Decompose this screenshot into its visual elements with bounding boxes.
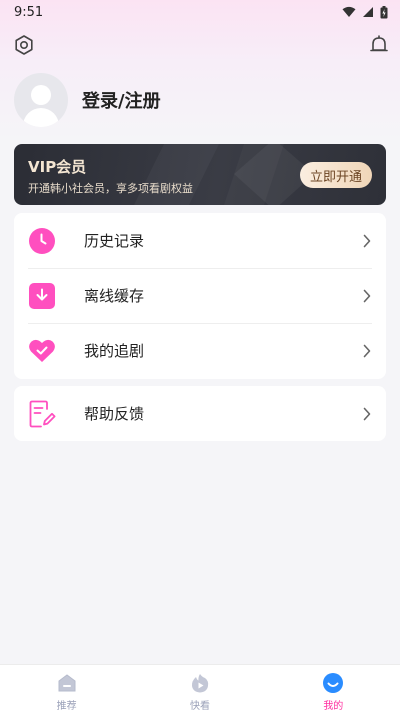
nav-tab-recommend[interactable]: 推荐 [0,665,133,712]
vip-description: 开通韩小社会员，享多项看剧权益 [28,182,193,195]
bottom-navigation: 推荐 快看 我的 [0,664,400,712]
nav-tab-mine[interactable]: 我的 [267,665,400,712]
login-register-link[interactable]: 登录/注册 [82,87,161,113]
nav-label: 快看 [189,701,210,712]
menu-item-offline-cache[interactable]: 离线缓存 [14,268,386,323]
menu-item-label: 离线缓存 [84,287,145,305]
avatar-head [31,85,51,105]
nav-label: 推荐 [56,701,77,712]
menu-item-label: 历史记录 [84,232,145,250]
wifi-icon [342,6,356,17]
vip-title: VIP会员 [28,158,87,176]
chevron-right-icon [363,407,371,421]
battery-icon [380,5,388,18]
menu-item-following[interactable]: 我的追剧 [14,323,386,378]
avatar[interactable] [14,73,68,127]
profile-section[interactable]: 登录/注册 [14,73,161,127]
menu-item-history[interactable]: 历史记录 [14,213,386,268]
nav-label: 我的 [323,701,344,712]
settings-icon[interactable] [13,34,35,56]
nav-tab-quick-watch[interactable]: 快看 [133,665,266,712]
menu-item-help-feedback[interactable]: 帮助反馈 [14,386,386,441]
status-icons [342,5,388,19]
notification-bell-icon[interactable] [368,34,390,56]
open-vip-button[interactable]: 立即开通 [300,162,372,188]
avatar-body [23,108,59,127]
menu-card: 历史记录 离线缓存 我的追剧 [14,213,386,379]
status-bar: 9:51 [0,0,400,24]
home-icon [58,674,76,692]
play-flame-icon [191,674,209,693]
chevron-right-icon [363,344,371,358]
chevron-right-icon [363,289,371,303]
menu-item-label: 帮助反馈 [84,405,145,423]
heart-check-icon [29,339,55,362]
feedback-edit-icon [29,400,56,428]
menu-item-label: 我的追剧 [84,342,145,360]
status-time: 9:51 [14,4,44,20]
download-icon [29,283,55,309]
smile-icon [323,673,344,693]
vip-banner[interactable]: VIP会员 开通韩小社会员，享多项看剧权益 立即开通 [14,144,386,205]
help-card: 帮助反馈 [14,386,386,441]
signal-icon [363,7,373,17]
chevron-right-icon [363,234,371,248]
clock-icon [29,228,55,254]
